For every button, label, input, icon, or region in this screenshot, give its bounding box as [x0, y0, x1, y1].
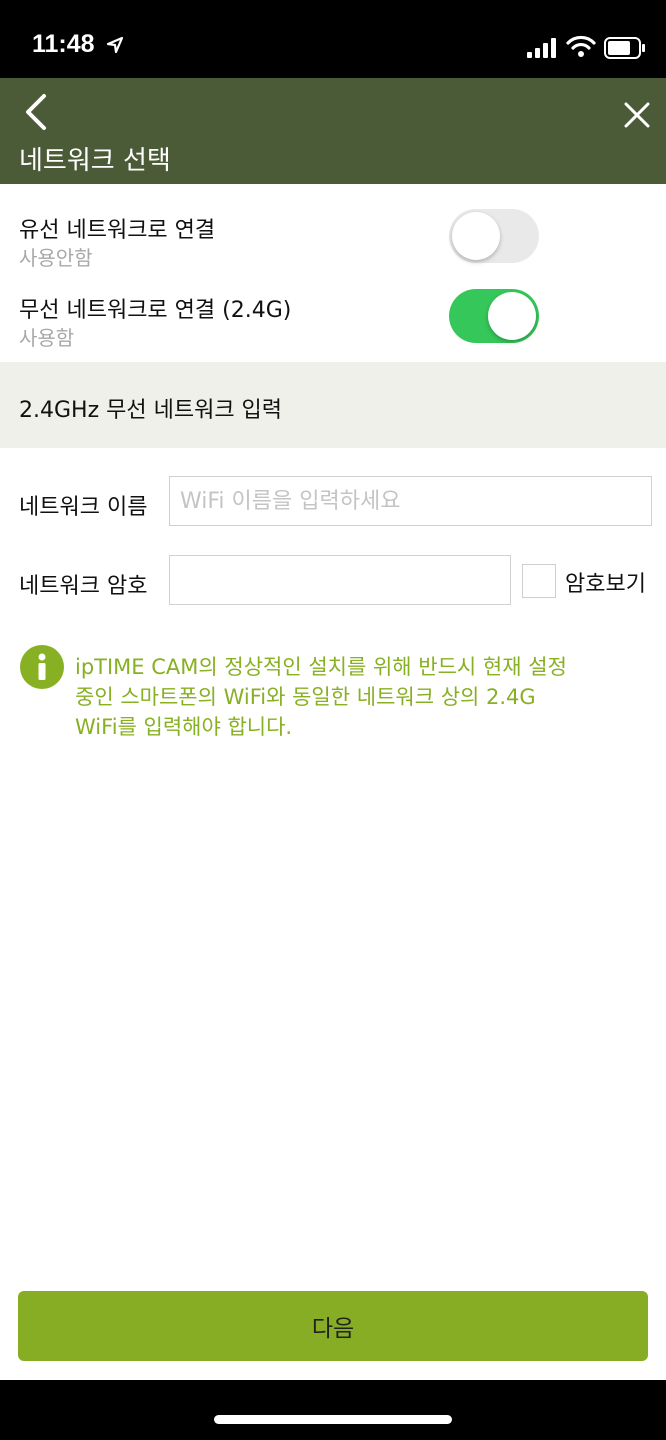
section-header: 2.4GHz 무선 네트워크 입력	[0, 362, 666, 448]
toggle-knob	[452, 212, 500, 260]
section-title: 2.4GHz 무선 네트워크 입력	[19, 398, 283, 423]
network-password-label: 네트워크 암호	[19, 574, 148, 599]
location-arrow-icon	[106, 36, 124, 54]
home-indicator[interactable]	[214, 1415, 452, 1424]
info-line: WiFi를 입력해야 합니다.	[75, 715, 293, 739]
status-bar: 11:48	[0, 0, 666, 78]
wired-network-title: 유선 네트워크로 연결	[19, 218, 216, 243]
wired-network-toggle[interactable]	[449, 209, 539, 263]
wired-network-status: 사용안함	[19, 246, 93, 270]
network-password-input[interactable]	[169, 555, 511, 605]
wifi-icon	[566, 35, 596, 57]
info-line: 중인 스마트폰의 WiFi와 동일한 네트워크 상의 2.4G	[75, 685, 536, 709]
wireless-network-toggle[interactable]	[449, 289, 539, 343]
status-time: 11:48	[32, 30, 95, 58]
bottom-bar	[0, 1380, 666, 1440]
page-title: 네트워크 선택	[19, 146, 171, 176]
info-line: ipTIME CAM의 정상적인 설치를 위해 반드시 현재 설정	[75, 655, 567, 679]
wireless-network-status: 사용함	[19, 326, 75, 350]
wireless-network-row: 무선 네트워크로 연결 (2.4G) 사용함	[0, 289, 666, 372]
show-password-checkbox[interactable]	[522, 564, 556, 598]
nav-bar: 네트워크 선택	[0, 78, 666, 184]
battery-icon	[604, 37, 645, 59]
network-name-label: 네트워크 이름	[19, 495, 148, 520]
info-icon	[20, 645, 64, 689]
network-name-input[interactable]	[169, 476, 652, 526]
back-arrow-icon[interactable]	[18, 92, 58, 132]
close-icon[interactable]	[620, 98, 654, 132]
info-message: ipTIME CAM의 정상적인 설치를 위해 반드시 현재 설정 중인 스마트…	[75, 652, 650, 742]
next-button[interactable]: 다음	[18, 1291, 648, 1361]
cellular-signal-icon	[527, 38, 556, 58]
show-password-label[interactable]: 암호보기	[565, 566, 646, 598]
toggle-knob	[488, 292, 536, 340]
wireless-network-title: 무선 네트워크로 연결 (2.4G)	[19, 298, 292, 323]
wired-network-row: 유선 네트워크로 연결 사용안함	[0, 209, 666, 292]
